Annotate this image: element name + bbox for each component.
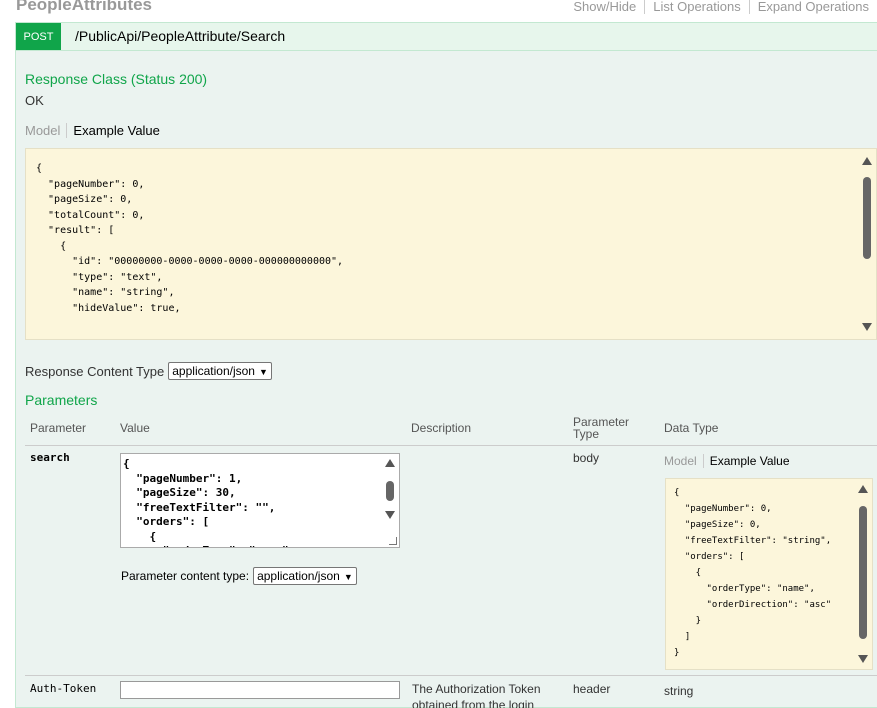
auth-token-description: The Authorization Token obtained from th… [412, 682, 541, 708]
param-type-auth-token: header [573, 682, 611, 696]
search-body-value: { "pageNumber": 1, "pageSize": 30, "free… [123, 457, 295, 547]
param-name-auth-token: Auth-Token [30, 682, 97, 695]
scroll-up-icon[interactable] [862, 157, 872, 165]
scroll-thumb[interactable] [863, 177, 871, 259]
scroll-up-icon[interactable] [385, 459, 395, 467]
chevron-down-icon: ▼ [258, 367, 268, 377]
response-example-json: { "pageNumber": 0, "pageSize": 0, "total… [36, 163, 344, 314]
param-content-type-row: Parameter content type: application/json… [121, 567, 357, 585]
param-example-scrollbar[interactable] [855, 479, 872, 669]
model-tab[interactable]: Model [25, 123, 66, 138]
param-content-type-select[interactable]: application/json ▼ [253, 567, 357, 585]
heading-links: Show/Hide List Operations Expand Operati… [565, 0, 877, 14]
response-content-type-row: Response Content Type application/json ▼ [25, 362, 272, 380]
col-value: Value [120, 421, 150, 435]
response-model-tabs: Model Example Value [25, 123, 166, 138]
auth-token-input[interactable] [120, 681, 400, 699]
response-content-type-label: Response Content Type [25, 363, 165, 379]
param-name-search: search [30, 451, 70, 464]
col-parameter: Parameter [30, 421, 87, 435]
expand-operations-link[interactable]: Expand Operations [748, 0, 877, 14]
textarea-scrollbar[interactable] [382, 454, 399, 547]
endpoint-path[interactable]: /PublicApi/PeopleAttribute/Search [75, 28, 285, 44]
col-description: Description [411, 421, 472, 435]
resize-handle-icon[interactable] [389, 537, 397, 545]
response-example-box[interactable]: { "pageNumber": 0, "pageSize": 0, "total… [25, 148, 877, 340]
param-type-search: body [573, 451, 600, 465]
response-content-type-value: application/json [172, 364, 255, 378]
data-type-auth-token: string [664, 684, 694, 698]
scroll-thumb[interactable] [859, 506, 867, 639]
scroll-down-icon[interactable] [862, 323, 872, 331]
search-body-textarea[interactable]: { "pageNumber": 1, "pageSize": 30, "free… [120, 453, 400, 548]
parameters-table: Parameter Value Description Parameter Ty… [25, 413, 877, 708]
example-value-tab[interactable]: Example Value [702, 454, 796, 468]
scroll-down-icon[interactable] [858, 655, 868, 663]
param-model-tabs: Model Example Value [664, 454, 796, 468]
scroll-up-icon[interactable] [858, 485, 868, 493]
col-data-type: Data Type [664, 421, 719, 435]
header-divider [25, 445, 877, 446]
list-operations-link[interactable]: List Operations [644, 0, 748, 14]
row-divider [25, 675, 877, 676]
http-method-badge[interactable]: POST [16, 23, 61, 50]
response-class-title: Response Class (Status 200) [25, 71, 208, 87]
section-header: PeopleAttributes Show/Hide List Operatio… [0, 0, 877, 22]
param-content-type-label: Parameter content type: [121, 569, 250, 583]
show-hide-link[interactable]: Show/Hide [565, 0, 644, 14]
section-title[interactable]: PeopleAttributes [16, 0, 152, 15]
model-tab[interactable]: Model [664, 454, 703, 468]
response-content-type-select[interactable]: application/json ▼ [168, 362, 272, 380]
scroll-thumb[interactable] [386, 481, 394, 501]
response-status-text: OK [25, 93, 44, 108]
response-scrollbar[interactable] [859, 149, 876, 339]
chevron-down-icon: ▼ [343, 572, 353, 582]
operation-bar[interactable]: POST /PublicApi/PeopleAttribute/Search [16, 23, 877, 51]
param-content-type-value: application/json [257, 569, 340, 583]
col-parameter-type: Parameter Type [573, 415, 630, 441]
param-example-box[interactable]: { "pageNumber": 0, "pageSize": 0, "freeT… [665, 478, 873, 670]
scroll-down-icon[interactable] [385, 511, 395, 519]
example-value-tab[interactable]: Example Value [66, 123, 165, 138]
parameters-title: Parameters [25, 392, 98, 408]
param-example-json: { "pageNumber": 0, "pageSize": 0, "freeT… [674, 488, 832, 658]
